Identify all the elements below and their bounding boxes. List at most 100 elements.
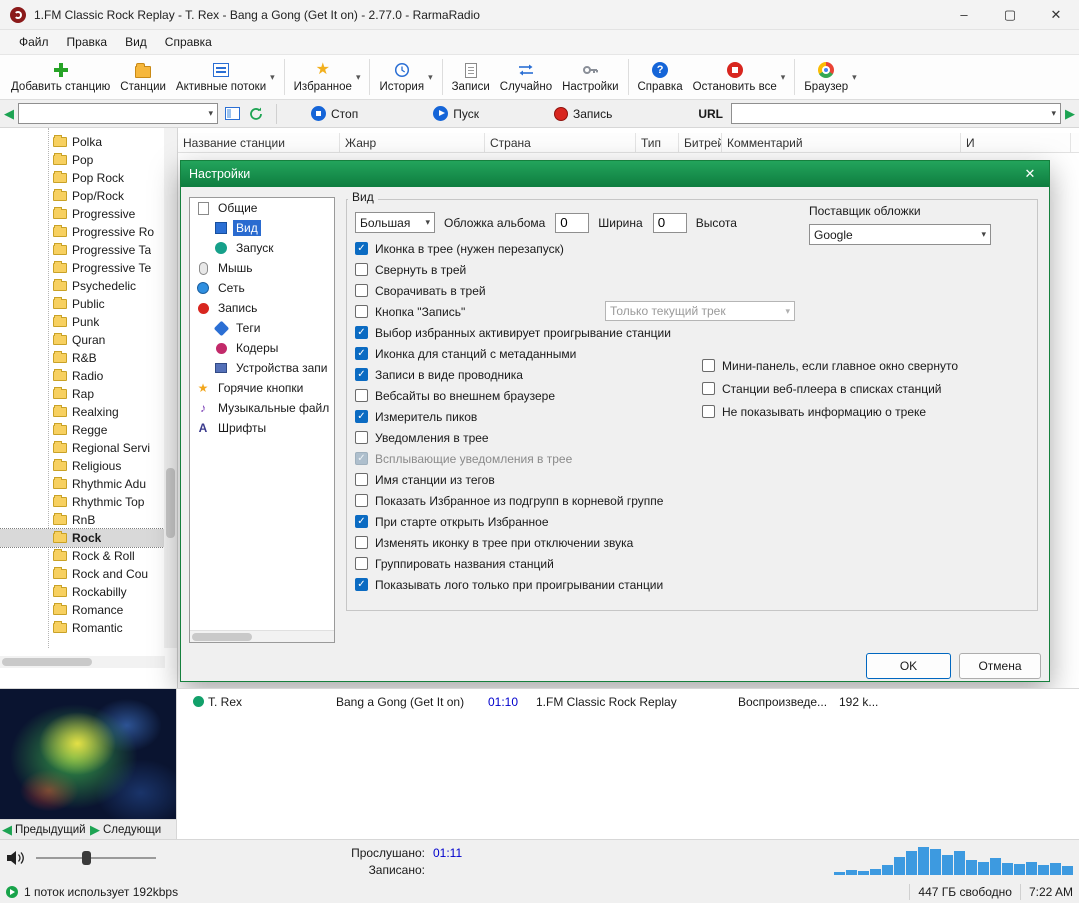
station-tree-item[interactable]: Rhythmic Top xyxy=(0,493,164,511)
column-header[interactable]: Страна xyxy=(485,133,636,152)
scrollbar-thumb[interactable] xyxy=(2,658,92,666)
station-tree-item[interactable]: Regge xyxy=(0,421,164,439)
add-station-button[interactable]: Добавить станцию xyxy=(6,56,115,98)
station-tree-item[interactable]: Religious xyxy=(0,457,164,475)
nav-forward-icon[interactable]: ▶ xyxy=(1065,106,1075,122)
close-button[interactable]: ✕ xyxy=(1033,0,1079,29)
station-tree-item[interactable]: Progressive Ro xyxy=(0,223,164,241)
settings-checkbox[interactable]: ✓При старте открыть Избранное xyxy=(355,511,1029,532)
station-tree-item[interactable]: Radio xyxy=(0,367,164,385)
maximize-button[interactable]: ▢ xyxy=(987,0,1033,29)
station-tree-item[interactable]: Progressive Ta xyxy=(0,241,164,259)
column-header[interactable]: И xyxy=(961,133,1071,152)
help-button[interactable]: ? Справка xyxy=(633,56,688,98)
chevron-down-icon[interactable]: ▾ xyxy=(852,72,857,83)
cover-height-input[interactable] xyxy=(653,213,687,233)
settings-checkbox[interactable]: Группировать названия станций xyxy=(355,553,1029,574)
favorites-button[interactable]: ★ Избранное ▾ xyxy=(289,56,366,98)
settings-checkbox[interactable]: ✓Выбор избранных активирует проигрывание… xyxy=(355,322,1029,343)
url-combobox[interactable]: ▾ xyxy=(731,103,1061,124)
settings-tree-item[interactable]: Запись xyxy=(190,298,334,318)
station-tree-item[interactable]: Progressive Te xyxy=(0,259,164,277)
settings-checkbox[interactable]: ✓Измеритель пиков xyxy=(355,406,1029,427)
stations-button[interactable]: Станции xyxy=(115,56,171,98)
settings-tree-item[interactable]: Общие xyxy=(190,198,334,218)
station-tree-item[interactable]: Rhythmic Adu xyxy=(0,475,164,493)
settings-checkbox[interactable]: Кнопка "Запись"Только текущий трек▾ xyxy=(355,301,1029,322)
menu-view[interactable]: Вид xyxy=(116,32,156,52)
settings-tree-item[interactable]: Теги xyxy=(190,318,334,338)
dialog-title-bar[interactable]: Настройки ✕ xyxy=(181,161,1049,187)
station-tree-item[interactable]: Rap xyxy=(0,385,164,403)
chevron-down-icon[interactable]: ▾ xyxy=(202,108,213,119)
station-tree-item[interactable]: Pop Rock xyxy=(0,169,164,187)
menu-file[interactable]: Файл xyxy=(10,32,58,52)
settings-checkbox[interactable]: Показать Избранное из подгрупп в корнево… xyxy=(355,490,1029,511)
history-button[interactable]: История ▾ xyxy=(374,56,437,98)
settings-tree-item[interactable]: ★Горячие кнопки xyxy=(190,378,334,398)
column-header[interactable]: Жанр xyxy=(340,133,485,152)
settings-checkbox[interactable]: Свернуть в трей xyxy=(355,259,1029,280)
dialog-close-icon[interactable]: ✕ xyxy=(1019,166,1041,182)
station-tree-item[interactable]: Punk xyxy=(0,313,164,331)
volume-slider-handle[interactable] xyxy=(82,851,91,865)
settings-checkbox[interactable]: Мини-панель, если главное окно свернуто xyxy=(702,355,958,376)
recordings-button[interactable]: Записи xyxy=(447,56,495,98)
chevron-down-icon[interactable]: ▾ xyxy=(270,72,275,83)
browser-button[interactable]: Браузер ▾ xyxy=(799,56,861,98)
panel-view-icon[interactable] xyxy=(222,104,242,124)
settings-tree-item[interactable]: Кодеры xyxy=(190,338,334,358)
station-tree-item[interactable]: RnB xyxy=(0,511,164,529)
record-button[interactable]: Запись xyxy=(546,105,620,123)
station-tree-item[interactable]: R&B xyxy=(0,349,164,367)
station-tree-item[interactable]: Public xyxy=(0,295,164,313)
settings-tree-item[interactable]: ♪Музыкальные файл xyxy=(190,398,334,418)
chevron-down-icon[interactable]: ▾ xyxy=(781,72,786,83)
nav-back-icon[interactable]: ◀ xyxy=(4,106,14,122)
volume-slider[interactable] xyxy=(36,850,156,866)
station-tree-item[interactable]: Romance xyxy=(0,601,164,619)
ok-button[interactable]: OK xyxy=(866,653,951,679)
stop-all-button[interactable]: Остановить все ▾ xyxy=(688,56,791,98)
station-tree-item[interactable]: Rock and Cou xyxy=(0,565,164,583)
station-tree-item[interactable]: Quran xyxy=(0,331,164,349)
settings-checkbox[interactable]: Имя станции из тегов xyxy=(355,469,1029,490)
scrollbar-thumb[interactable] xyxy=(192,633,252,641)
station-tree-item[interactable]: Romantic xyxy=(0,619,164,637)
settings-tree-item[interactable]: Запуск xyxy=(190,238,334,258)
minimize-button[interactable]: – xyxy=(941,0,987,29)
settings-tree-item[interactable]: Устройства запи xyxy=(190,358,334,378)
settings-checkbox[interactable]: Уведомления в трее xyxy=(355,427,1029,448)
menu-help[interactable]: Справка xyxy=(156,32,221,52)
tree-vertical-scrollbar[interactable] xyxy=(164,128,177,648)
tree-horizontal-scrollbar[interactable] xyxy=(0,656,165,668)
settings-checkbox[interactable]: Станции веб-плеера в списках станций xyxy=(702,378,942,399)
cancel-button[interactable]: Отмена xyxy=(959,653,1041,679)
station-tree-item[interactable]: Rock xyxy=(0,529,164,547)
cover-size-select[interactable]: Большая ▾ xyxy=(355,212,435,233)
settings-tree-item[interactable]: AШрифты xyxy=(190,418,334,438)
settings-checkbox[interactable]: ✓Показывать лого только при проигрывании… xyxy=(355,574,1029,595)
refresh-icon[interactable] xyxy=(246,104,266,124)
column-header[interactable]: Название станции xyxy=(178,133,340,152)
station-tree-item[interactable]: Realxing xyxy=(0,403,164,421)
column-header[interactable]: Тип xyxy=(636,133,679,152)
chevron-down-icon[interactable]: ▾ xyxy=(428,72,433,83)
station-tree-item[interactable]: Progressive xyxy=(0,205,164,223)
station-tree-item[interactable]: Rockabilly xyxy=(0,583,164,601)
cover-width-input[interactable] xyxy=(555,213,589,233)
settings-button[interactable]: Настройки xyxy=(557,56,623,98)
settings-checkbox[interactable]: Сворачивать в трей xyxy=(355,280,1029,301)
menu-edit[interactable]: Правка xyxy=(58,32,117,52)
station-tree-item[interactable]: Polka xyxy=(0,133,164,151)
station-tree-item[interactable]: Psychedelic xyxy=(0,277,164,295)
station-tree-item[interactable]: Rock & Roll xyxy=(0,547,164,565)
settings-tree-item[interactable]: Вид xyxy=(190,218,334,238)
active-streams-button[interactable]: Активные потоки ▾ xyxy=(171,56,280,98)
column-header[interactable]: Комментарий xyxy=(722,133,961,152)
now-playing-row[interactable]: T. Rex Bang a Gong (Get It on) 01:10 1.F… xyxy=(177,693,1079,711)
station-tree-item[interactable]: Pop xyxy=(0,151,164,169)
stop-button[interactable]: Стоп xyxy=(303,104,366,123)
previous-button[interactable]: ◀ Предыдущий xyxy=(0,820,88,839)
settings-tree-scrollbar[interactable] xyxy=(190,630,334,642)
